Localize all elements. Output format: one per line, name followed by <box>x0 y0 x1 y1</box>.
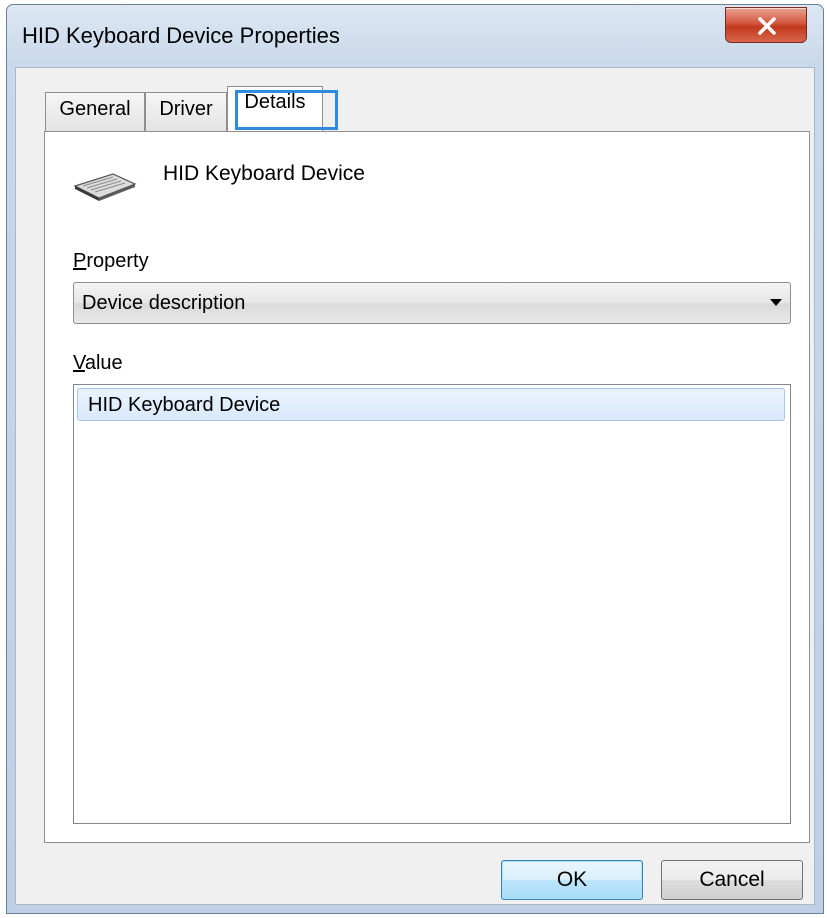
ok-button[interactable]: OK <box>501 860 643 900</box>
value-label-text: alue <box>84 352 123 374</box>
tab-driver[interactable]: Driver <box>145 92 227 131</box>
device-name: HID Keyboard Device <box>163 162 365 185</box>
property-label-mnemonic: P <box>73 250 87 272</box>
window-title: HID Keyboard Device Properties <box>22 23 340 48</box>
keyboard-icon <box>73 173 137 201</box>
properties-window: HID Keyboard Device Properties General D… <box>6 4 824 914</box>
tab-general[interactable]: General <box>45 92 145 131</box>
tab-highlight-box <box>235 90 338 130</box>
cancel-button[interactable]: Cancel <box>661 860 803 900</box>
property-selected-value: Device description <box>82 292 246 314</box>
value-listbox[interactable]: HID Keyboard Device <box>73 384 791 824</box>
dialog-client-area: General Driver Details HID Keyboard Devi… <box>15 67 815 905</box>
property-dropdown[interactable]: Device description <box>73 282 791 324</box>
property-label-text: roperty <box>86 250 149 272</box>
list-item-text: HID Keyboard Device <box>88 394 281 416</box>
property-label: Property <box>73 250 149 273</box>
chevron-down-icon[interactable] <box>770 299 782 306</box>
value-label-mnemonic: V <box>73 352 85 374</box>
tab-driver-label: Driver <box>159 98 213 120</box>
title-bar[interactable]: HID Keyboard Device Properties <box>7 5 823 67</box>
tab-general-label: General <box>59 98 131 120</box>
value-label: Value <box>73 352 123 375</box>
close-button[interactable] <box>725 7 807 43</box>
details-panel: HID Keyboard Device Property Device desc… <box>44 131 810 843</box>
list-item[interactable]: HID Keyboard Device <box>77 388 785 421</box>
close-icon <box>758 17 776 35</box>
